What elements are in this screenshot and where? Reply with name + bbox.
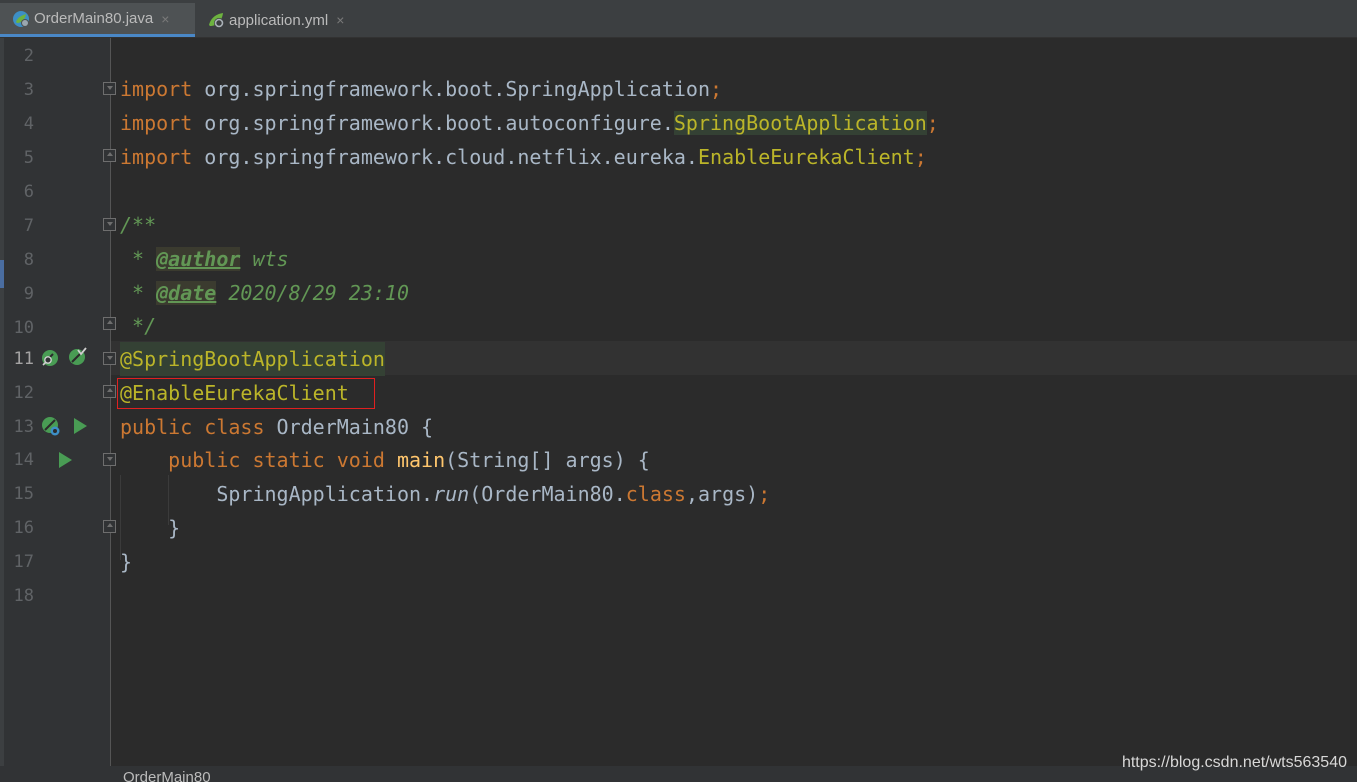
yaml-config-icon (207, 11, 225, 29)
line-number: 16 (13, 518, 34, 538)
run-icon[interactable] (59, 452, 72, 468)
code-line-15: SpringApplication.run(OrderMain80.class,… (120, 477, 770, 511)
fold-icon[interactable] (103, 149, 116, 162)
tab-application-yml[interactable]: application.yml × (195, 3, 365, 37)
imported-class: EnableEurekaClient (697, 145, 915, 169)
line-number: 14 (13, 450, 34, 470)
highlight-annotation-box (117, 378, 375, 409)
keyword: import (120, 77, 193, 101)
run-icon[interactable] (74, 418, 87, 434)
line-number: 5 (23, 148, 34, 168)
line-number: 8 (23, 250, 34, 270)
code-line-3: import org.springframework.boot.SpringAp… (120, 72, 722, 106)
line-number: 11 (13, 349, 34, 369)
imported-class: SpringBootApplication (673, 111, 927, 135)
code-line-5: import org.springframework.cloud.netflix… (120, 140, 927, 174)
gutter-divider (110, 38, 111, 766)
editor-tab-bar: OrderMain80.java × application.yml × (0, 0, 1357, 38)
code-line-13: public class OrderMain80 { (120, 410, 433, 444)
watermark: https://blog.csdn.net/wts563540 (1121, 754, 1347, 771)
code-line-7: /** (120, 213, 157, 237)
code-line-8: * @author wts (120, 242, 289, 276)
code-line-14: public static void main(String[] args) { (120, 443, 650, 477)
semicolon: ; (710, 77, 723, 101)
code-editor[interactable]: 2 3 4 5 6 7 8 9 10 11 12 13 14 15 16 17 … (0, 38, 1357, 766)
fold-icon[interactable] (103, 218, 116, 231)
javadoc-value: 2020/8/29 23:10 (216, 281, 409, 305)
line-number: 12 (13, 383, 34, 403)
package-path: org.springframework.boot.autoconfigure. (192, 111, 674, 135)
comment-star: * (120, 281, 157, 305)
fold-icon[interactable] (103, 385, 116, 398)
package-path: org.springframework.cloud.netflix.eureka… (192, 145, 698, 169)
semicolon: ; (914, 145, 927, 169)
code-line-17: } (120, 550, 133, 574)
breadcrumb[interactable]: OrderMain80 (123, 771, 211, 782)
fold-icon[interactable] (103, 520, 116, 533)
line-number: 17 (13, 552, 34, 572)
line-number: 9 (23, 284, 34, 304)
spring-bean-icon[interactable] (67, 347, 87, 367)
comment-star: * (120, 247, 157, 271)
close-icon[interactable]: × (161, 11, 169, 27)
code-line-9: * @date 2020/8/29 23:10 (120, 276, 409, 310)
keyword: import (120, 145, 193, 169)
static-method: run (433, 482, 470, 506)
semicolon: ; (926, 111, 939, 135)
line-number: 3 (23, 80, 34, 100)
javadoc-tag: @date (156, 281, 217, 305)
line-number: 4 (23, 114, 34, 134)
keyword: public static void (168, 448, 385, 472)
line-number: 7 (23, 216, 34, 236)
method-name: main (396, 448, 446, 472)
tab-label: OrderMain80.java (34, 10, 154, 27)
close-icon[interactable]: × (336, 12, 344, 28)
method-params: (String[] args) { (445, 448, 650, 472)
fold-icon[interactable] (103, 453, 116, 466)
fold-icon[interactable] (103, 352, 116, 365)
keyword: import (120, 111, 193, 135)
fold-icon[interactable] (103, 82, 116, 95)
code-line-11: @SpringBootApplication (120, 342, 385, 376)
spring-bean-boot-icon[interactable] (40, 415, 60, 436)
class-declaration: OrderMain80 { (264, 415, 434, 439)
javadoc-value: wts (240, 247, 289, 271)
line-number: 6 (23, 182, 34, 202)
keyword: class (625, 482, 686, 506)
code-line-10: */ (120, 314, 157, 338)
call-args: (OrderMain80. (469, 482, 626, 506)
line-number: 15 (13, 484, 34, 504)
tab-label: application.yml (229, 11, 329, 29)
package-path: org.springframework.boot.SpringApplicati… (192, 77, 711, 101)
call-args-end: ,args) (685, 482, 759, 506)
class-ref: SpringApplication. (216, 482, 434, 506)
line-number: 18 (13, 586, 34, 606)
javadoc-tag: @author (156, 247, 241, 271)
line-number: 2 (23, 46, 34, 66)
semicolon: ; (758, 482, 771, 506)
line-number: 13 (13, 417, 34, 437)
tab-ordermain80-java[interactable]: OrderMain80.java × (0, 3, 195, 37)
line-number: 10 (13, 318, 34, 338)
code-line-4: import org.springframework.boot.autoconf… (120, 106, 939, 140)
keyword: public class (120, 415, 265, 439)
code-line-16: } (120, 516, 181, 540)
bean-search-icon[interactable] (40, 348, 60, 368)
spring-class-icon (12, 10, 30, 28)
fold-icon[interactable] (103, 317, 116, 330)
